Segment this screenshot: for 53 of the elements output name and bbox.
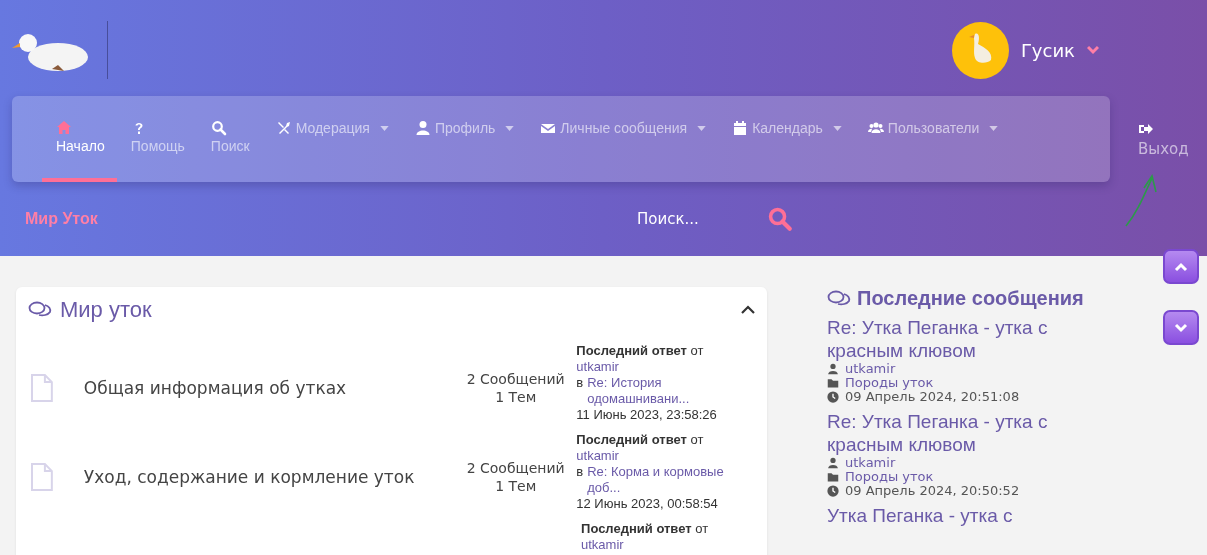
board-name[interactable]: Уход, содержание и кормление уток — [83, 466, 462, 487]
folder-icon — [827, 471, 839, 483]
user-link[interactable]: utkamir — [576, 448, 619, 463]
post-date: 11 Июнь 2023, 23:58:26 — [576, 407, 717, 423]
last-post-label: Последний ответ от — [576, 343, 704, 359]
post-title-link[interactable]: Утка Пеганка - утка с — [827, 504, 1127, 527]
search-icon — [210, 120, 227, 136]
last-post-label: Последний ответ от — [576, 432, 704, 448]
users-icon — [867, 120, 884, 136]
search-field[interactable]: Поиск... — [635, 209, 749, 229]
topic-link[interactable]: Re: История одомашнивани... — [587, 375, 738, 407]
section-title: Мир уток — [60, 297, 152, 323]
board-stat: 1 Тем — [494, 388, 538, 405]
scroll-up-button[interactable] — [1163, 249, 1199, 284]
logout-link[interactable]: Выход — [1110, 96, 1189, 158]
document-icon — [30, 461, 54, 492]
user-icon — [827, 457, 839, 469]
user-link[interactable]: utkamir — [581, 537, 624, 552]
board-stat: 2 Сообщений — [465, 459, 566, 476]
chevron-down-icon[interactable] — [1087, 45, 1099, 55]
clock-icon — [827, 391, 839, 403]
last-post-label: Последний ответ от — [581, 521, 709, 537]
document-icon — [30, 372, 54, 403]
post-author[interactable]: utkamir — [845, 456, 896, 470]
post-title-link[interactable]: Re: Утка Пеганка - утка с красным клювом — [827, 410, 1127, 456]
in-label: в — [576, 464, 584, 480]
clock-icon — [827, 485, 839, 497]
sign-out-icon — [1138, 122, 1154, 136]
post-board[interactable]: Породы уток — [845, 470, 934, 484]
board-name[interactable]: Общая информация об утках — [83, 377, 462, 398]
post-date: 09 Апрель 2024, 20:51:08 — [845, 390, 1020, 404]
user-icon — [414, 120, 431, 136]
post-board[interactable]: Породы уток — [845, 376, 934, 390]
nav-tab[interactable]: Начало — [42, 96, 117, 182]
user-icon — [827, 363, 839, 375]
chevron-down-icon — [1174, 322, 1188, 333]
user-name[interactable]: Гусик — [1020, 39, 1075, 61]
in-label: в — [576, 375, 584, 391]
scroll-down-button[interactable] — [1163, 310, 1199, 345]
post-author[interactable]: utkamir — [845, 362, 896, 376]
post-date: 09 Апрель 2024, 20:50:52 — [845, 484, 1020, 498]
home-icon — [56, 120, 72, 136]
board-stat: 1 Тем — [494, 477, 538, 494]
topic-link[interactable]: Re: Корма и кормовые доб... — [587, 464, 738, 496]
calendar-icon — [732, 120, 749, 136]
section-title: Последние сообщения — [857, 287, 1084, 310]
folder-icon — [827, 377, 839, 389]
post-title-link[interactable]: Re: Утка Пеганка - утка с красным клювом — [827, 316, 1127, 362]
board-stat: 2 Сообщений — [465, 370, 566, 387]
post-date: 12 Июнь 2023, 00:58:54 — [576, 496, 718, 512]
chevron-up-icon — [1174, 261, 1188, 272]
collapse-icon[interactable] — [741, 305, 755, 315]
user-link[interactable]: utkamir — [576, 359, 619, 374]
